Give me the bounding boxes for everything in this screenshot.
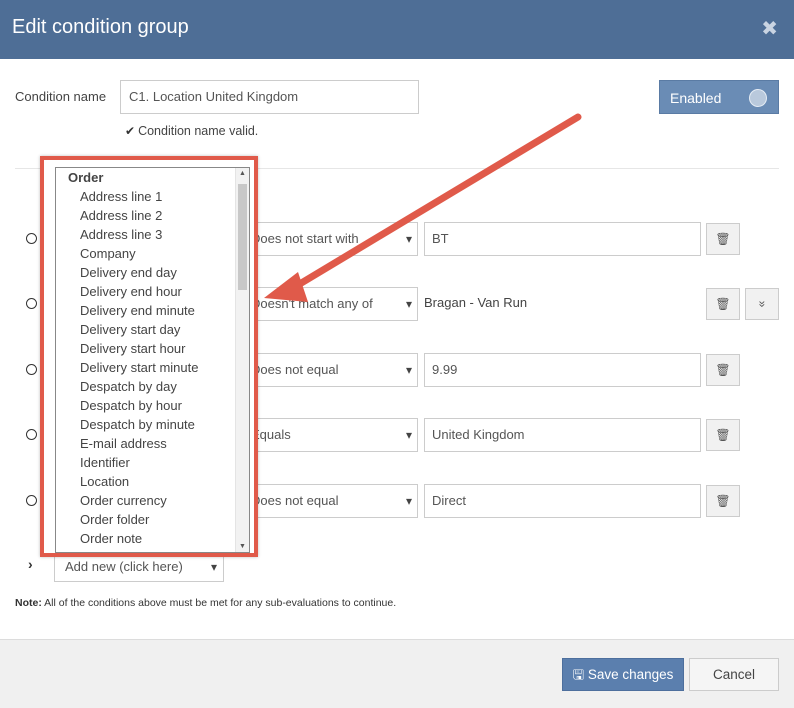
delete-button[interactable]: 🗑 — [706, 354, 740, 386]
dialog-header: Edit condition group ✖ — [0, 0, 794, 59]
chevron-down-icon: ▾ — [210, 560, 217, 574]
dropdown-option[interactable]: Company — [56, 244, 249, 263]
scroll-thumb[interactable] — [238, 184, 247, 290]
value-input[interactable]: Direct — [424, 484, 701, 518]
trash-icon: 🗑 — [715, 297, 731, 311]
dropdown-option[interactable]: Order note — [56, 529, 249, 548]
operator-select[interactable]: Equals ▾ — [240, 418, 418, 452]
condition-name-input[interactable]: C1. Location United Kingdom — [120, 80, 419, 114]
operator-select[interactable]: Does not equal ▾ — [240, 484, 418, 518]
dropdown-options: Order Address line 1 Address line 2 Address… — [56, 168, 249, 548]
save-icon: 🖫 — [572, 667, 585, 682]
operator-label: Doesn't match any of — [251, 296, 373, 311]
delete-button[interactable]: 🗑 — [706, 419, 740, 451]
dropdown-option[interactable]: Location — [56, 472, 249, 491]
operator-select[interactable]: Doesn't match any of ▾ — [240, 287, 418, 321]
dropdown-group-label: Order — [68, 170, 104, 185]
arrow-shaft — [284, 113, 582, 295]
chevron-down-icon: ▾ — [405, 494, 412, 508]
chevron-down-icon: ▾ — [405, 232, 412, 246]
toggle-knob — [749, 89, 767, 107]
row-radio[interactable] — [26, 364, 37, 375]
value-text: Bragan - Van Run — [424, 295, 528, 310]
double-chevron-down-icon: » — [755, 300, 769, 308]
chevron-down-icon: ▾ — [405, 363, 412, 377]
dropdown-scrollbar[interactable]: ▲ ▼ — [235, 168, 249, 552]
dropdown-option[interactable]: Identifier — [56, 453, 249, 472]
dropdown-option[interactable]: Address line 1 — [56, 187, 249, 206]
row-radio[interactable] — [26, 233, 37, 244]
value-input[interactable]: BT — [424, 222, 701, 256]
add-new-label: Add new (click here) — [65, 559, 183, 574]
chevron-down-icon: ▾ — [405, 297, 412, 311]
enabled-toggle[interactable]: Enabled — [659, 80, 779, 114]
dialog-title: Edit condition group — [12, 16, 189, 38]
expand-button[interactable]: » — [745, 288, 779, 320]
dropdown-option[interactable]: Delivery start day — [56, 320, 249, 339]
note-prefix: Note: — [15, 597, 42, 609]
condition-name-label: Condition name — [15, 89, 107, 104]
dropdown-option[interactable]: Delivery start hour — [56, 339, 249, 358]
dropdown-option[interactable]: Despatch by minute — [56, 415, 249, 434]
trash-icon: 🗑 — [715, 363, 731, 377]
checkmark-icon: ✔ — [125, 124, 136, 138]
operator-label: Does not equal — [251, 493, 339, 508]
dropdown-option[interactable]: Despatch by hour — [56, 396, 249, 415]
enabled-label: Enabled — [670, 90, 722, 106]
validation-text: Condition name valid. — [138, 124, 259, 138]
trash-icon: 🗑 — [715, 494, 731, 508]
field-dropdown-list[interactable]: Order Address line 1 Address line 2 Address… — [55, 167, 250, 553]
operator-label: Does not start with — [251, 231, 359, 246]
dropdown-option[interactable]: Delivery end hour — [56, 282, 249, 301]
note-text: Note: All of the conditions above must b… — [15, 597, 396, 609]
dropdown-option[interactable]: Delivery end day — [56, 263, 249, 282]
dropdown-option[interactable]: Order folder — [56, 510, 249, 529]
note-body: All of the conditions above must be met … — [41, 597, 397, 609]
delete-button[interactable]: 🗑 — [706, 223, 740, 255]
operator-select[interactable]: Does not equal ▾ — [240, 353, 418, 387]
row-radio[interactable] — [26, 429, 37, 440]
trash-icon: 🗑 — [715, 428, 731, 442]
value-input[interactable]: 9.99 — [424, 353, 701, 387]
delete-button[interactable]: 🗑 — [706, 288, 740, 320]
save-label: Save changes — [587, 667, 674, 682]
cancel-button[interactable]: Cancel — [689, 658, 779, 691]
scroll-up-icon[interactable]: ▲ — [239, 170, 246, 177]
operator-select[interactable]: Does not start with ▾ — [240, 222, 418, 256]
dropdown-option[interactable]: Delivery start minute — [56, 358, 249, 377]
trash-icon: 🗑 — [715, 232, 731, 246]
value-input[interactable]: United Kingdom — [424, 418, 701, 452]
delete-button[interactable]: 🗑 — [706, 485, 740, 517]
scroll-down-icon[interactable]: ▼ — [239, 543, 246, 550]
dropdown-option[interactable]: Address line 3 — [56, 225, 249, 244]
dropdown-option[interactable]: Order currency — [56, 491, 249, 510]
dropdown-option[interactable]: E-mail address — [56, 434, 249, 453]
row-radio[interactable] — [26, 298, 37, 309]
operator-label: Does not equal — [251, 362, 339, 377]
close-icon[interactable]: ✖ — [761, 16, 778, 41]
dropdown-option[interactable]: Address line 2 — [56, 206, 249, 225]
dropdown-option[interactable]: Despatch by day — [56, 377, 249, 396]
chevron-down-icon: ▾ — [405, 428, 412, 442]
row-radio[interactable] — [26, 495, 37, 506]
field-dropdown-highlight: Order Address line 1 Address line 2 Address… — [40, 156, 258, 557]
dropdown-option[interactable]: Delivery end minute — [56, 301, 249, 320]
validation-message: ✔ Condition name valid. — [125, 124, 258, 138]
save-button[interactable]: 🖫 Save changes — [562, 658, 684, 691]
chevron-right-icon[interactable]: › — [28, 556, 33, 572]
